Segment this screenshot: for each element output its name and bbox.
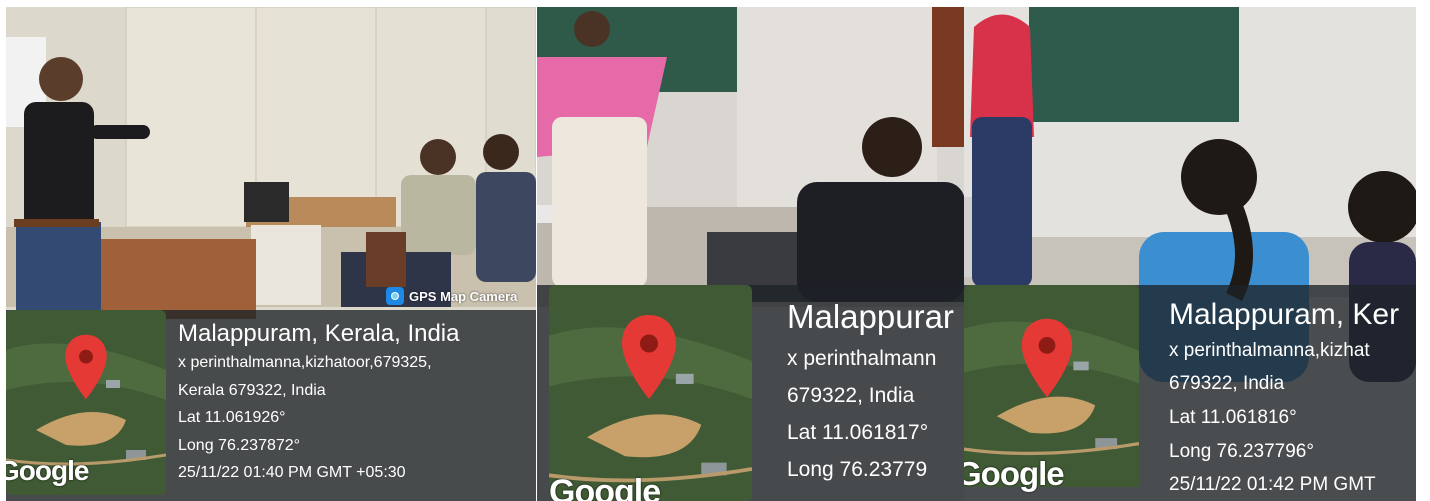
photo-panel-2: Google Malappurar x perinthalmann 679322… (537, 7, 965, 501)
map-thumbnail: Google (964, 285, 1139, 501)
latitude: Lat 11.061926° (178, 409, 286, 426)
address-line-1: x perinthalmann (787, 347, 937, 370)
address-line-2: 679322, India (787, 384, 915, 407)
photo-panel-3: Google Malappuram, Ker x perinthalmanna,… (964, 7, 1416, 501)
map-thumbnail: Google (6, 310, 166, 495)
google-logo: Google (964, 455, 1065, 492)
longitude: Long 76.23779 (787, 458, 928, 481)
latitude: Lat 11.061816° (1169, 407, 1297, 428)
address-line-1: x perinthalmanna,kizhat (1169, 340, 1370, 361)
longitude: Long 76.237872° (178, 437, 301, 454)
google-logo: Google (549, 473, 661, 501)
location-pin-icon (1021, 318, 1073, 398)
address-line-2: 679322, India (1169, 373, 1285, 394)
timestamp: 25/11/22 01:40 PM GMT +05:30 (178, 464, 406, 481)
longitude: Long 76.237796° (1169, 441, 1314, 462)
timestamp: 25/11/22 01:42 PM GMT (1169, 474, 1376, 495)
location-pin-icon (65, 334, 107, 400)
latitude: Lat 11.061817° (787, 421, 929, 444)
address-line-1: x perinthalmanna,kizhatoor,679325, (178, 354, 432, 371)
address-line-2: Kerala 679322, India (178, 382, 326, 399)
map-thumbnail: Google (549, 285, 752, 501)
location-title: Malappuram, Ker (1169, 298, 1400, 331)
location-title: Malappurar (787, 298, 954, 335)
photo-panel-1: GPS Map Camera Google Malappuram, Kerala… (6, 7, 536, 501)
location-title: Malappuram, Kerala, India (178, 320, 460, 347)
google-logo: Google (6, 455, 89, 486)
gps-badge-label: GPS Map Camera (409, 288, 518, 304)
location-pin-icon (622, 315, 676, 399)
gps-camera-icon (386, 287, 404, 305)
gps-map-camera-badge: GPS Map Camera (386, 287, 517, 305)
